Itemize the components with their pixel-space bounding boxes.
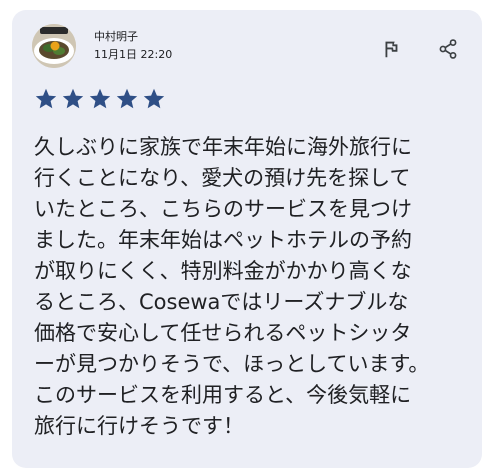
- star-icon: [143, 88, 165, 109]
- share-button[interactable]: [435, 36, 461, 62]
- star-shape: [143, 88, 165, 109]
- star-shape: [62, 88, 84, 109]
- review-line: ました。年末年始はペットホテルの予約: [34, 228, 412, 252]
- review-line: るところ、Cosewaではリーズナブルな: [34, 290, 409, 314]
- star-rating: [34, 87, 166, 111]
- review-line: このサービスを利用すると、今後気軽に: [34, 383, 412, 407]
- star-icon: [35, 88, 57, 109]
- author-name: 中村明子: [94, 30, 138, 43]
- star-icon: [62, 88, 84, 109]
- review-text: 久しぶりに家族で年末年始に海外旅行に 行くことになり、愛犬の預け先を探して いた…: [34, 132, 474, 442]
- avatar-image: [32, 24, 76, 68]
- star-icon: [89, 88, 111, 109]
- avatar[interactable]: [32, 24, 76, 68]
- review-line: 久しぶりに家族で年末年始に海外旅行に: [34, 135, 412, 159]
- review-line: 価格で安心して任せられるペットシッタ: [34, 321, 412, 345]
- star-icon: [116, 88, 138, 109]
- review-line: 旅行に行けそうです！: [34, 414, 244, 438]
- review-date: 11月1日 22:20: [94, 48, 173, 61]
- review-line: いたところ、こちらのサービスを見つけ: [34, 197, 412, 221]
- star-shape: [116, 88, 138, 109]
- review-card: 中村明子 11月1日 22:20 久しぶりに家族で年末年始に海外旅行に 行くこと…: [12, 10, 482, 468]
- review-line: が取りにくく、特別料金がかかり高くな: [34, 259, 412, 283]
- review-line: 行くことになり、愛犬の預け先を探して: [34, 166, 411, 190]
- flag-icon: [385, 41, 398, 58]
- report-button[interactable]: [378, 36, 404, 62]
- share-icon: [439, 39, 457, 59]
- star-shape: [35, 88, 57, 109]
- review-line: ーが見つかりそうで、ほっとしています。: [34, 352, 430, 376]
- star-shape: [89, 88, 111, 109]
